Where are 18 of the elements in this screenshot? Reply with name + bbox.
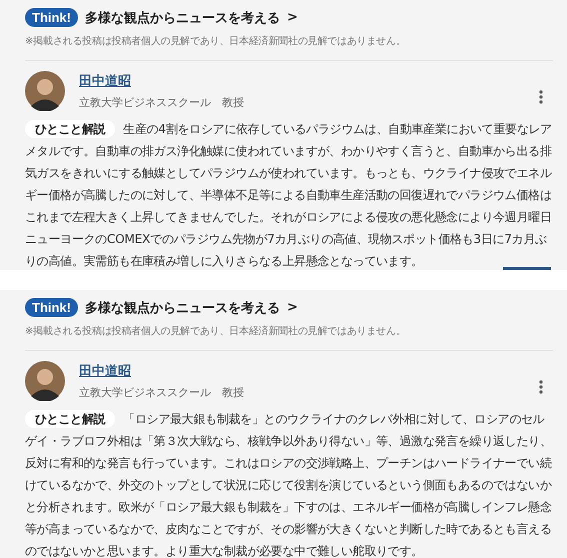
author-name[interactable]: 田中道昭 (79, 362, 131, 380)
think-badge: Think! (25, 8, 78, 27)
comment-text: ひとこと解説 生産の4割をロシアに依存しているパラジウムは、自動車産業において重要なレアメタルです。自動車の排ガス浄化触媒に使われていますが、わかりやすく言うと、自動車から出る排気ガスをきれいにする触媒としてパラジウムが使われています。もっとも、ウクライナ侵攻でエネルギー価格が高騰したのに対して、半導体不足等による自動車生産活動の回復遅れでパラジウム価格はこれまで左程大きく上昇してきませんでした。それがロシアによる侵攻の悪化懸念により今週月曜日ニューヨークのCOMEXでのパラジウム先物が7カ月ぶりの高値、現物スポット価格も3日に7カ月ぶりの高値。実需筋も在庫積み増しに入りさらなる上昇懸念となっています。 (25, 119, 553, 270)
author-affiliation: 立教大学ビジネススクール 教授 (79, 95, 244, 110)
more-icon[interactable] (539, 380, 543, 394)
think-badge: Think! (25, 298, 78, 317)
avatar-icon (25, 71, 65, 111)
disclaimer-text: ※掲載される投稿は投稿者個人の見解であり、日本経済新聞社の見解ではありません。 (25, 34, 407, 48)
section-heading[interactable]: 多様な観点からニュースを考える (85, 298, 280, 316)
chevron[interactable]: > (287, 300, 298, 315)
chevron[interactable]: > (287, 10, 298, 25)
author-name[interactable]: 田中道昭 (79, 72, 131, 90)
disclaimer-text: ※掲載される投稿は投稿者個人の見解であり、日本経済新聞社の見解ではありません。 (25, 324, 407, 338)
section-heading[interactable]: 多様な観点からニュースを考える (85, 8, 280, 26)
comment-text: ひとこと解説 「ロシア最大銀も制裁を」とのウクライナのクレバ外相に対して、ロシアのセルゲイ・ラブロフ外相は「第３次大戦なら、核戦争以外あり得ない」等、過激な発言を繰り返したり、反対に宥和的な発言も行っています。これはロシアの交渉戦略上、プーチンはハードライナーでい続けているなかで、外交のトップとして状況に応じて役割を演じているという側面もあるのではないかと分析されます。欧米が「ロシア最大銀も制裁を」下すのは、エネルギー価格が高騰しインフレ懸念等が高まっているなかで、皮肉なことですが、その影響が大きくないと判断した時であるとも言えるのではないかと思います。より重大な制裁が必要な中で難しい舵取りです。 (25, 409, 553, 558)
more-icon[interactable] (539, 90, 543, 104)
avatar-icon (25, 361, 65, 401)
author-affiliation: 立教大学ビジネススクール 教授 (79, 385, 244, 400)
